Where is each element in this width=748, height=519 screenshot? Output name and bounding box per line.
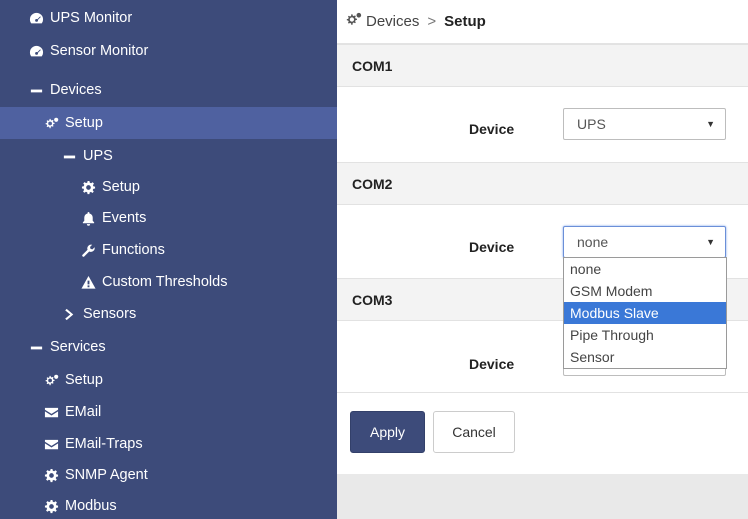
form-footer: Apply Cancel xyxy=(337,392,748,474)
device-label-com3: Device xyxy=(469,356,515,372)
apply-button[interactable]: Apply xyxy=(350,411,425,453)
dropdown-option-sensor[interactable]: Sensor xyxy=(564,346,726,368)
envelope-icon xyxy=(43,436,59,452)
section-title: COM2 xyxy=(352,175,393,192)
sidebar-item-label: Functions xyxy=(102,242,165,258)
device-select-com2[interactable]: none ▼ xyxy=(563,226,726,258)
sidebar-item-label: EMail xyxy=(65,404,102,420)
sidebar-item-ups-monitor[interactable]: UPS Monitor xyxy=(0,2,337,34)
sidebar: UPS Monitor Sensor Monitor Devices Setup… xyxy=(0,0,337,519)
section-title: COM1 xyxy=(352,57,393,74)
sidebar-item-events[interactable]: Events xyxy=(0,202,337,234)
sidebar-item-label: EMail-Traps xyxy=(65,436,143,452)
sidebar-item-label: Setup xyxy=(65,115,103,131)
sidebar-item-label: Setup xyxy=(65,372,103,388)
sidebar-item-devices[interactable]: Devices xyxy=(0,74,337,106)
chevron-down-icon: ▼ xyxy=(706,237,715,247)
chevron-down-icon: ▼ xyxy=(706,119,715,129)
select-value: none xyxy=(577,234,609,250)
sidebar-item-label: UPS xyxy=(83,148,113,164)
bottom-strip xyxy=(337,474,748,519)
sidebar-item-label: UPS Monitor xyxy=(50,10,133,26)
sidebar-item-label: Setup xyxy=(102,179,140,195)
breadcrumb-separator: > xyxy=(427,13,437,30)
dropdown-option-gsm-modem[interactable]: GSM Modem xyxy=(564,280,726,302)
tachometer-icon xyxy=(28,43,44,59)
breadcrumb: Devices > Setup xyxy=(337,0,748,44)
sidebar-item-devices-setup[interactable]: Setup xyxy=(0,107,337,139)
sidebar-item-label: Events xyxy=(102,210,147,226)
sidebar-item-ups[interactable]: UPS xyxy=(0,140,337,172)
section-title: COM3 xyxy=(352,291,393,308)
device-dropdown-list: none GSM Modem Modbus Slave Pipe Through… xyxy=(563,257,727,369)
warning-icon xyxy=(80,274,96,290)
dropdown-option-none[interactable]: none xyxy=(564,258,726,280)
sidebar-item-label: Custom Thresholds xyxy=(102,274,228,290)
device-select-com1[interactable]: UPS ▼ xyxy=(563,108,726,140)
sidebar-item-email[interactable]: EMail xyxy=(0,396,337,428)
sidebar-item-label: Services xyxy=(50,339,106,355)
sidebar-item-ups-setup[interactable]: Setup xyxy=(0,171,337,203)
chevron-right-icon xyxy=(61,306,77,322)
cancel-button[interactable]: Cancel xyxy=(433,411,515,453)
dropdown-option-modbus-slave[interactable]: Modbus Slave xyxy=(564,302,726,324)
sidebar-item-functions[interactable]: Functions xyxy=(0,234,337,266)
section-header-com1: COM1 xyxy=(337,44,748,87)
sidebar-item-services-setup[interactable]: Setup xyxy=(0,364,337,396)
breadcrumb-parent[interactable]: Devices xyxy=(366,13,419,30)
sidebar-item-services[interactable]: Services xyxy=(0,331,337,363)
gears-icon xyxy=(345,11,362,32)
sidebar-item-label: Sensors xyxy=(83,306,137,322)
sidebar-item-label: Sensor Monitor xyxy=(50,43,149,59)
breadcrumb-current: Setup xyxy=(444,13,486,30)
gears-icon xyxy=(43,115,59,131)
wrench-icon xyxy=(80,242,96,258)
tachometer-icon xyxy=(28,10,44,26)
dropdown-option-pipe-through[interactable]: Pipe Through xyxy=(564,324,726,346)
minus-icon xyxy=(28,339,44,355)
minus-icon xyxy=(61,148,77,164)
sidebar-item-sensors[interactable]: Sensors xyxy=(0,298,337,330)
sidebar-item-sensor-monitor[interactable]: Sensor Monitor xyxy=(0,35,337,67)
bell-icon xyxy=(80,210,96,226)
select-value: UPS xyxy=(577,116,606,132)
gear-icon xyxy=(80,179,96,195)
section-header-com2: COM2 xyxy=(337,162,748,205)
device-label-com1: Device xyxy=(469,121,515,137)
device-label-com2: Device xyxy=(469,239,515,255)
envelope-icon xyxy=(43,404,59,420)
sidebar-item-label: Modbus xyxy=(65,498,117,514)
gear-icon xyxy=(43,498,59,514)
sidebar-item-snmp-agent[interactable]: SNMP Agent xyxy=(0,459,337,491)
sidebar-item-modbus[interactable]: Modbus xyxy=(0,490,337,519)
sidebar-item-label: SNMP Agent xyxy=(65,467,148,483)
sidebar-item-email-traps[interactable]: EMail-Traps xyxy=(0,428,337,460)
minus-icon xyxy=(28,82,44,98)
gear-icon xyxy=(43,467,59,483)
sidebar-item-custom-thresholds[interactable]: Custom Thresholds xyxy=(0,266,337,298)
sidebar-item-label: Devices xyxy=(50,82,102,98)
gears-icon xyxy=(43,372,59,388)
